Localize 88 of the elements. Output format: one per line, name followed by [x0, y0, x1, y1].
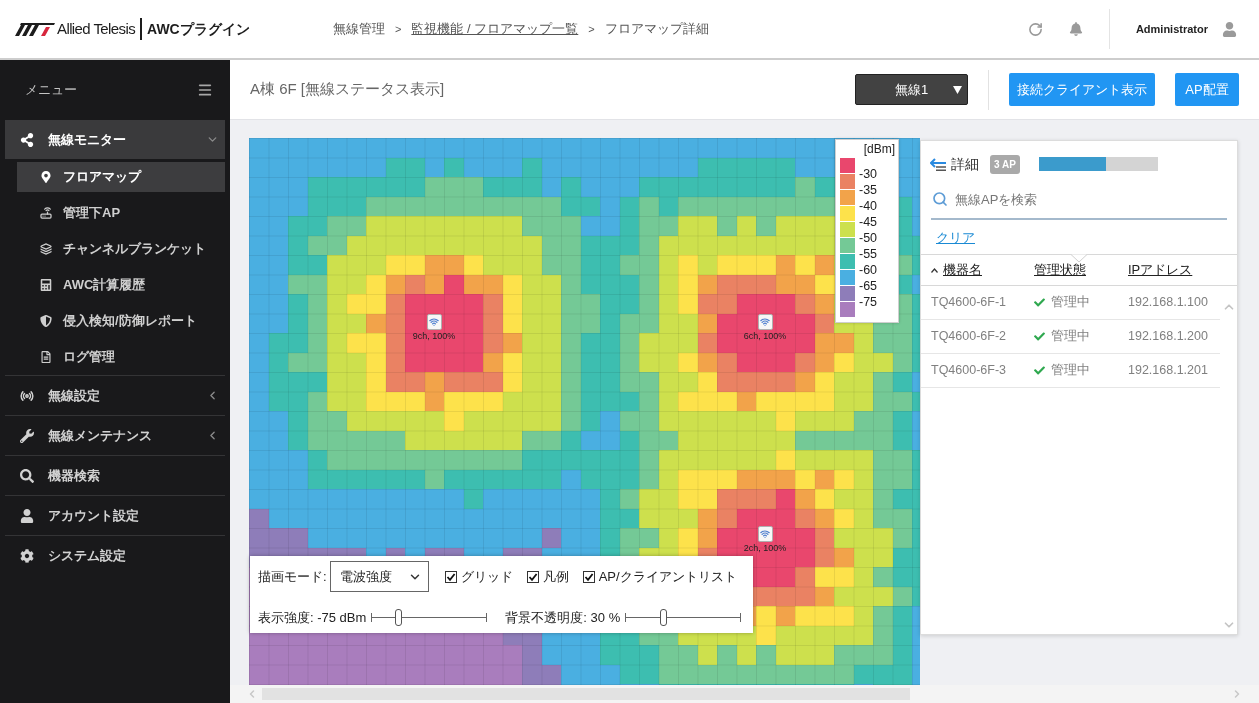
- sidebar-item[interactable]: 無線メンテナンス: [5, 416, 225, 455]
- checkbox-label[interactable]: AP/クライアントリスト: [598, 566, 737, 587]
- radio-select[interactable]: 無線1: [855, 74, 968, 105]
- sidebar-subitem[interactable]: 侵入検知/防御レポート: [17, 306, 225, 336]
- user-name[interactable]: Administrator: [1135, 20, 1208, 38]
- check-icon: [1034, 331, 1045, 342]
- legend-label: -65: [859, 278, 878, 294]
- sidebar-subitem[interactable]: ログ管理: [17, 342, 225, 372]
- breadcrumb-link[interactable]: 監視機能 / フロアマップ一覧: [411, 19, 579, 39]
- menu-icon[interactable]: [197, 82, 213, 98]
- antenna-icon: [20, 388, 34, 403]
- user-icon[interactable]: [1222, 21, 1237, 37]
- sidebar-subitem[interactable]: フロアマップ: [17, 162, 225, 192]
- slider-label: 表示強度: -75 dBm: [258, 608, 367, 627]
- ap-label: 6ch, 100%: [743, 331, 787, 341]
- checkbox[interactable]: [444, 570, 457, 583]
- table-cell: 192.168.1.201: [1128, 363, 1208, 378]
- sidebar-subitem[interactable]: 管理下AP: [17, 198, 225, 228]
- draw-mode-select[interactable]: 電波強度: [329, 561, 429, 592]
- sidebar-item[interactable]: 機器検索: [5, 456, 225, 495]
- breadcrumb-separator: >: [588, 21, 595, 37]
- search-icon: [932, 191, 948, 207]
- legend-label: -60: [859, 262, 878, 278]
- sidebar-item[interactable]: アカウント設定: [5, 496, 225, 535]
- sidebar-subitem[interactable]: AWC計算履歴: [17, 270, 225, 300]
- sidebar-item[interactable]: システム設定: [5, 536, 225, 575]
- breadcrumb-separator: >: [395, 21, 402, 37]
- brand-name: Allied Telesis: [57, 18, 136, 39]
- sidebar-item[interactable]: 無線モニター: [5, 120, 225, 159]
- legend-label: -75: [859, 294, 878, 310]
- table-cell: 192.168.1.100: [1128, 295, 1208, 310]
- ap-label: 2ch, 100%: [743, 543, 787, 553]
- column-header[interactable]: 管理状態: [1034, 260, 1086, 280]
- table-cell: 192.168.1.200: [1128, 329, 1208, 344]
- shield-icon: [40, 315, 52, 327]
- legend-label: -40: [859, 198, 878, 214]
- checkbox[interactable]: [582, 570, 595, 583]
- document-icon: [40, 351, 52, 363]
- refresh-icon[interactable]: [1027, 21, 1043, 37]
- menu-title: メニュー: [25, 81, 77, 100]
- caret-down-icon: [953, 86, 962, 94]
- checkbox-label[interactable]: 凡例: [542, 566, 569, 587]
- count-badge: 3 AP: [990, 154, 1020, 174]
- breadcrumb-item: フロアマップ詳細: [604, 20, 709, 39]
- legend-label: -30: [859, 166, 878, 182]
- ap-label: 9ch, 100%: [412, 331, 456, 341]
- search-field[interactable]: 無線APを検索: [931, 189, 1227, 220]
- settings-icon: [20, 548, 34, 563]
- product-name: AWCプラグイン: [147, 19, 250, 39]
- sidebar-item[interactable]: 無線設定: [5, 376, 225, 415]
- check-icon: [1034, 297, 1045, 308]
- calculator-icon: [40, 279, 52, 291]
- table-cell: TQ4600-6F-3: [931, 363, 1007, 378]
- draw-mode-label: 描画モード:: [258, 567, 327, 586]
- share-icon: [20, 132, 34, 147]
- table-cell: TQ4600-6F-1: [931, 295, 1007, 310]
- legend-label: -50: [859, 230, 878, 246]
- table-cell-text: 管理中: [1051, 294, 1090, 312]
- legend-label: -35: [859, 182, 878, 198]
- horizontal-scrollbar[interactable]: [230, 685, 1259, 703]
- column-header[interactable]: IPアドレス: [1128, 260, 1193, 280]
- slider-thumb[interactable]: [394, 609, 402, 626]
- panel-title: 詳細: [951, 154, 979, 174]
- column-header[interactable]: 機器名: [931, 260, 982, 280]
- collapse-arrow-icon[interactable]: [930, 157, 946, 171]
- legend-label: -55: [859, 246, 878, 262]
- checkbox[interactable]: [526, 570, 539, 583]
- legend-unit: [dBm]: [863, 142, 895, 157]
- layers-icon: [40, 243, 52, 255]
- wrench-icon: [20, 428, 34, 443]
- legend-label: -45: [859, 214, 878, 230]
- table-cell-text: 管理中: [1051, 328, 1090, 346]
- clear-link[interactable]: クリア: [936, 230, 975, 245]
- slider-thumb[interactable]: [660, 609, 667, 626]
- slider-label: 背景不透明度: 30 %: [505, 608, 621, 627]
- logo-icon: [15, 22, 55, 36]
- table-cell-text: 管理中: [1051, 362, 1090, 380]
- breadcrumb-item: 無線管理: [333, 20, 385, 39]
- check-icon: [1034, 365, 1045, 376]
- sidebar-subitem[interactable]: チャンネルブランケット: [17, 234, 225, 264]
- table-cell: TQ4600-6F-2: [931, 329, 1007, 344]
- user-icon: [20, 508, 34, 523]
- map-pin-icon: [40, 171, 52, 183]
- page-title: A棟 6F [無線ステータス表示]: [250, 79, 445, 100]
- bell-icon[interactable]: [1068, 22, 1083, 36]
- checkbox-label[interactable]: グリッド: [460, 566, 513, 587]
- search-icon: [20, 468, 34, 483]
- router-icon: [40, 207, 52, 219]
